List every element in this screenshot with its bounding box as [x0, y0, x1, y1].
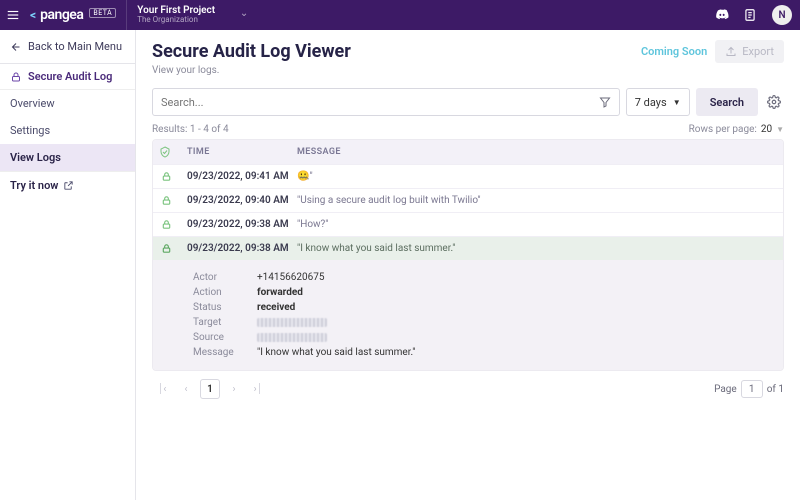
page-indicator: Page 1 of 1 [714, 380, 784, 398]
page-subtitle: View your logs. [152, 65, 784, 76]
page-next-button[interactable]: › [224, 379, 244, 399]
row-message: "Using a secure audit log built with Twi… [297, 195, 777, 206]
page-first-button[interactable]: ⏐‹ [152, 379, 172, 399]
date-range-selector[interactable]: 7 days ▼ [626, 88, 690, 116]
logo-mark-icon: < [30, 8, 36, 22]
sidebar-section-header: Secure Audit Log [0, 64, 135, 90]
chevron-down-icon: ⌄ [240, 8, 248, 19]
row-time: 09/23/2022, 09:38 AM [187, 219, 297, 230]
external-link-icon [63, 180, 74, 191]
table-header: TIME MESSAGE [153, 140, 783, 164]
results-summary: Results: 1 - 4 of 4 [152, 124, 229, 135]
detail-label-message: Message [193, 347, 257, 358]
back-to-main-link[interactable]: Back to Main Menu [0, 30, 135, 64]
page-prev-button[interactable]: ‹ [176, 379, 196, 399]
user-avatar[interactable]: N [772, 5, 792, 25]
brand-name: pangea [40, 7, 83, 23]
org-name: The Organization [137, 16, 246, 25]
sidebar: Back to Main Menu Secure Audit Log Overv… [0, 30, 136, 500]
sidebar-item-overview[interactable]: Overview [0, 90, 135, 117]
docs-icon[interactable] [736, 0, 764, 30]
back-label: Back to Main Menu [28, 40, 122, 53]
caret-down-icon: ▼ [776, 125, 784, 134]
paginator: ⏐‹ ‹ 1 › ›⏐ [152, 379, 268, 399]
lock-icon [161, 243, 172, 254]
row-message: "How?" [297, 219, 777, 230]
detail-value-status: received [257, 302, 295, 313]
page-input[interactable]: 1 [741, 380, 763, 398]
sidebar-head-label: Secure Audit Log [28, 70, 112, 83]
project-selector[interactable]: Your First Project The Organization ⌄ [126, 0, 256, 30]
export-button[interactable]: Export [715, 40, 784, 63]
lock-icon [10, 71, 22, 83]
row-message: "I know what you said last summer." [297, 243, 777, 254]
table-row[interactable]: 09/23/2022, 09:41 AM 🤐" [153, 164, 783, 188]
caret-down-icon: ▼ [673, 98, 681, 107]
discord-icon[interactable] [708, 0, 736, 30]
main-content: Secure Audit Log Viewer Coming Soon Expo… [136, 30, 800, 500]
gear-icon [767, 95, 781, 109]
filter-icon[interactable] [599, 96, 611, 108]
coming-soon-label: Coming Soon [641, 45, 707, 58]
lock-icon [161, 171, 172, 182]
search-button[interactable]: Search [696, 88, 758, 116]
row-time: 09/23/2022, 09:38 AM [187, 243, 297, 254]
logs-table: TIME MESSAGE 09/23/2022, 09:41 AM 🤐" 09/… [152, 139, 784, 371]
table-row[interactable]: 09/23/2022, 09:40 AM "Using a secure aud… [153, 188, 783, 212]
range-label: 7 days [635, 96, 667, 109]
detail-value-action: forwarded [257, 287, 303, 298]
export-label: Export [742, 45, 774, 58]
lock-icon [161, 219, 172, 230]
rows-per-page-selector[interactable]: Rows per page: 20 ▼ [689, 124, 784, 135]
row-message: 🤐" [297, 171, 777, 182]
detail-value-message: "I know what you said last summer." [257, 347, 416, 358]
rpp-label: Rows per page: [689, 124, 757, 135]
page-last-button[interactable]: ›⏐ [248, 379, 268, 399]
page-label: Page [714, 384, 737, 395]
row-time: 09/23/2022, 09:41 AM [187, 171, 297, 182]
arrow-left-icon [10, 41, 22, 53]
detail-label-status: Status [193, 302, 257, 313]
col-message: MESSAGE [297, 147, 777, 157]
brand-logo[interactable]: < pangea BETA [26, 7, 126, 23]
table-row-selected[interactable]: 09/23/2022, 09:38 AM "I know what you sa… [153, 236, 783, 260]
detail-label-source: Source [193, 332, 257, 343]
lock-icon [161, 195, 172, 206]
page-current[interactable]: 1 [200, 379, 220, 399]
page-of-label: of 1 [767, 384, 784, 395]
try-label: Try it now [10, 179, 58, 192]
row-detail-panel: Actor+14156620675 Actionforwarded Status… [153, 260, 783, 370]
sidebar-item-view-logs[interactable]: View Logs [0, 144, 135, 171]
row-time: 09/23/2022, 09:40 AM [187, 195, 297, 206]
settings-gear-button[interactable] [764, 88, 784, 116]
verified-column-icon [159, 146, 187, 158]
search-input[interactable] [161, 96, 599, 109]
detail-label-target: Target [193, 317, 257, 328]
top-bar: < pangea BETA Your First Project The Org… [0, 0, 800, 30]
rpp-value: 20 [761, 124, 772, 135]
beta-badge: BETA [89, 8, 116, 18]
search-field-wrapper [152, 88, 620, 116]
detail-value-actor: +14156620675 [257, 272, 325, 283]
sidebar-item-settings[interactable]: Settings [0, 117, 135, 144]
detail-label-actor: Actor [193, 272, 257, 283]
detail-value-target: (redacted) [257, 317, 303, 328]
upload-icon [725, 46, 737, 58]
menu-toggle-button[interactable] [0, 0, 26, 30]
detail-label-action: Action [193, 287, 257, 298]
table-row[interactable]: 09/23/2022, 09:38 AM "How?" [153, 212, 783, 236]
sidebar-item-try-it-now[interactable]: Try it now [0, 171, 135, 199]
page-title: Secure Audit Log Viewer [152, 41, 351, 62]
detail-value-source: (redacted) [257, 332, 303, 343]
col-time: TIME [187, 147, 297, 157]
